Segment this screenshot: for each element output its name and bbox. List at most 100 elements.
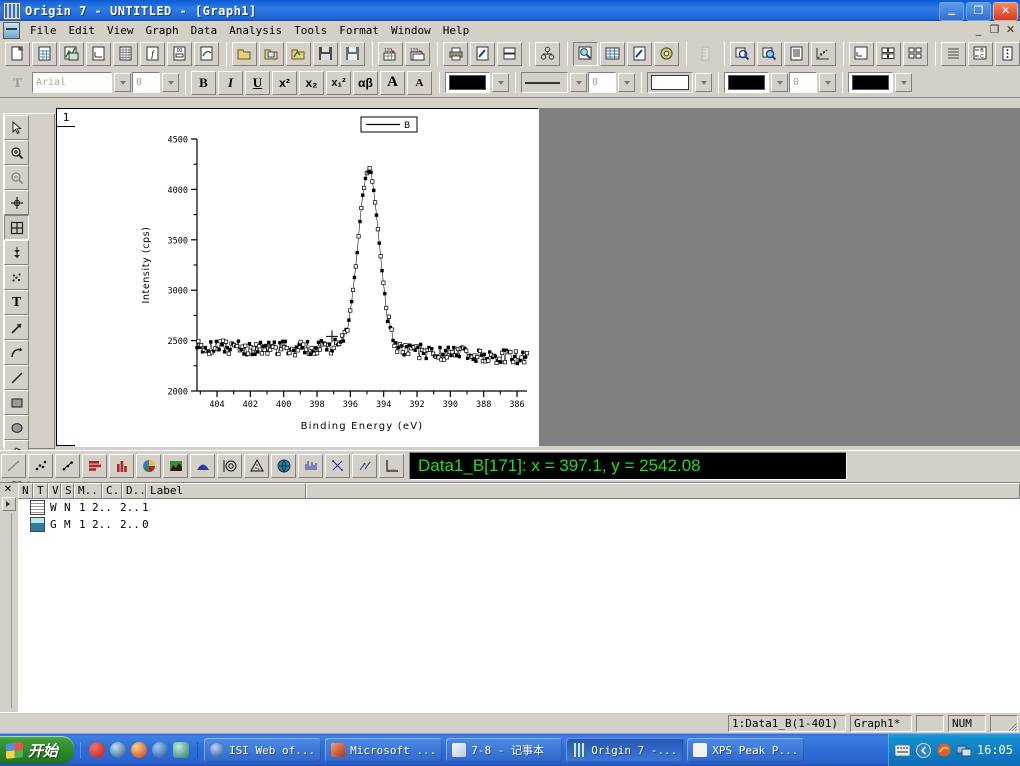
text-tool-icon[interactable]: T [4, 290, 29, 315]
fill-pattern-dropdown-icon[interactable] [695, 73, 712, 92]
new-project-icon[interactable] [5, 41, 30, 66]
new-function-icon[interactable]: f [140, 41, 165, 66]
new-matrix-icon[interactable] [113, 41, 138, 66]
data-selector-icon[interactable] [4, 240, 29, 265]
superscript-button[interactable]: x² [272, 70, 297, 95]
column-header-t[interactable]: T [33, 483, 48, 498]
area-plot-icon[interactable] [163, 454, 188, 478]
layer-contents-icon[interactable] [497, 41, 522, 66]
xps-spectrum-plot[interactable]: 2000 2500 3000 3500 4000 4500 404 402 400 398 396 3… [75, 109, 539, 447]
shield-icon[interactable] [915, 742, 931, 758]
plot-setup-icon[interactable] [627, 41, 652, 66]
menu-graph[interactable]: Graph [140, 23, 185, 38]
document-icon[interactable] [3, 21, 20, 39]
font-size-combo[interactable]: 0 [132, 72, 160, 93]
font-color-swatch[interactable] [449, 75, 486, 90]
rectangle-tool-icon[interactable] [4, 390, 29, 415]
template-icon[interactable] [379, 454, 404, 478]
merge-graph-icon[interactable]: BC [968, 41, 993, 66]
zoom-out-icon[interactable] [757, 41, 782, 66]
page-view-icon[interactable] [784, 41, 809, 66]
save-project-icon[interactable] [313, 41, 338, 66]
zoom-out-tool-icon[interactable] [4, 165, 29, 190]
column-header-m[interactable]: M.. [74, 483, 102, 498]
fill-pattern-swatch[interactable] [651, 75, 689, 90]
open-project-icon[interactable] [232, 41, 257, 66]
rescale-icon[interactable] [811, 41, 836, 66]
column-header-s[interactable]: S [61, 483, 74, 498]
menu-file[interactable]: File [24, 23, 63, 38]
explorer-icon[interactable] [173, 742, 190, 758]
fill-color-dropdown-icon[interactable] [895, 73, 912, 92]
stack-lines-icon[interactable] [941, 41, 966, 66]
pointer-icon[interactable] [4, 115, 29, 140]
explorer-expand-icon[interactable] [2, 497, 16, 511]
task-origin[interactable]: Origin 7 -... [566, 738, 684, 762]
zoom-tool-icon[interactable] [573, 41, 598, 66]
open-excel-icon[interactable] [259, 41, 284, 66]
explorer-close-icon[interactable]: ✕ [2, 484, 14, 496]
line-plot-icon[interactable] [1, 454, 26, 478]
maximize-restore-button[interactable]: ❐ [966, 2, 991, 21]
start-button[interactable]: 开始 [0, 736, 75, 764]
greek-button[interactable]: αβ [353, 70, 378, 95]
arrow-tool-icon[interactable] [4, 315, 29, 340]
bold-button[interactable]: B [191, 70, 216, 95]
minimize-button[interactable]: _ [939, 2, 964, 21]
menu-tools[interactable]: Tools [288, 23, 333, 38]
firefox-icon[interactable] [131, 742, 148, 758]
subscript-button[interactable]: x₂ [299, 70, 324, 95]
fill-area-icon[interactable] [190, 454, 215, 478]
zoom-in-tool-icon[interactable] [4, 140, 29, 165]
line-symbol-icon[interactable] [55, 454, 80, 478]
ie-icon[interactable] [89, 742, 106, 758]
vector-xyam-icon[interactable] [352, 454, 377, 478]
qq-icon[interactable] [152, 742, 169, 758]
menu-analysis[interactable]: Analysis [223, 23, 288, 38]
table-row[interactable]: W N 1 2.. 2.. 1 [18, 499, 1020, 516]
line-tool-icon[interactable] [4, 365, 29, 390]
3d-surface-icon[interactable] [271, 454, 296, 478]
menu-view[interactable]: View [101, 23, 140, 38]
import-wizard-icon[interactable] [654, 41, 679, 66]
sub-superscript-button[interactable]: x₁² [326, 70, 351, 95]
open-template-icon[interactable] [286, 41, 311, 66]
underline-button[interactable]: U [245, 70, 270, 95]
ternary-plot-icon[interactable] [244, 454, 269, 478]
import-multiple-ascii-icon[interactable]: 123 [405, 41, 430, 66]
network-icon[interactable] [956, 743, 971, 757]
xy-scatter-icon[interactable] [325, 454, 350, 478]
italic-button[interactable]: I [218, 70, 243, 95]
layer-tab-1[interactable]: 1 [57, 109, 76, 127]
edit-script-icon[interactable] [470, 41, 495, 66]
increase-font-button[interactable]: A [380, 70, 405, 95]
curved-arrow-tool-icon[interactable] [4, 340, 29, 365]
font-color-dropdown-icon[interactable] [492, 73, 509, 92]
mdi-close-button[interactable]: ✕ [1004, 23, 1017, 36]
scatter-plot-icon[interactable] [28, 454, 53, 478]
screen-reader-icon[interactable] [4, 190, 29, 215]
menu-window[interactable]: Window [385, 23, 437, 38]
graph-page[interactable]: 2000 2500 3000 3500 4000 4500 404 402 400 398 396 3… [75, 109, 539, 447]
table-row[interactable]: G M 1 2.. 2.. 0 [18, 516, 1020, 533]
worksheet-icon[interactable] [600, 41, 625, 66]
graph-window[interactable]: 1 2000 2500 3000 3500 4000 4500 404 402 400 398 39… [56, 108, 539, 447]
zoom-in-icon[interactable] [730, 41, 755, 66]
line-width-dropdown-icon[interactable] [618, 73, 635, 92]
project-explorer-icon[interactable] [535, 41, 560, 66]
task-microsoft[interactable]: Microsoft ... [325, 738, 443, 762]
media-player-icon[interactable] [110, 742, 127, 758]
pattern-color-dropdown-icon[interactable] [771, 73, 788, 92]
column-header-c[interactable]: C. [102, 483, 122, 498]
decrease-font-button[interactable]: A [407, 70, 432, 95]
pattern-width-dropdown-icon[interactable] [819, 73, 836, 92]
column-header-label[interactable]: Label [146, 483, 306, 498]
menu-format[interactable]: Format [333, 23, 385, 38]
polar-plot-icon[interactable] [217, 454, 242, 478]
font-name-dropdown-icon[interactable] [114, 73, 131, 92]
extract-layers-icon[interactable] [995, 41, 1020, 66]
close-button[interactable]: ✕ [993, 2, 1018, 21]
vector-plot-icon[interactable] [298, 454, 323, 478]
arrange-layers-icon[interactable] [903, 41, 928, 66]
menu-edit[interactable]: Edit [63, 23, 102, 38]
